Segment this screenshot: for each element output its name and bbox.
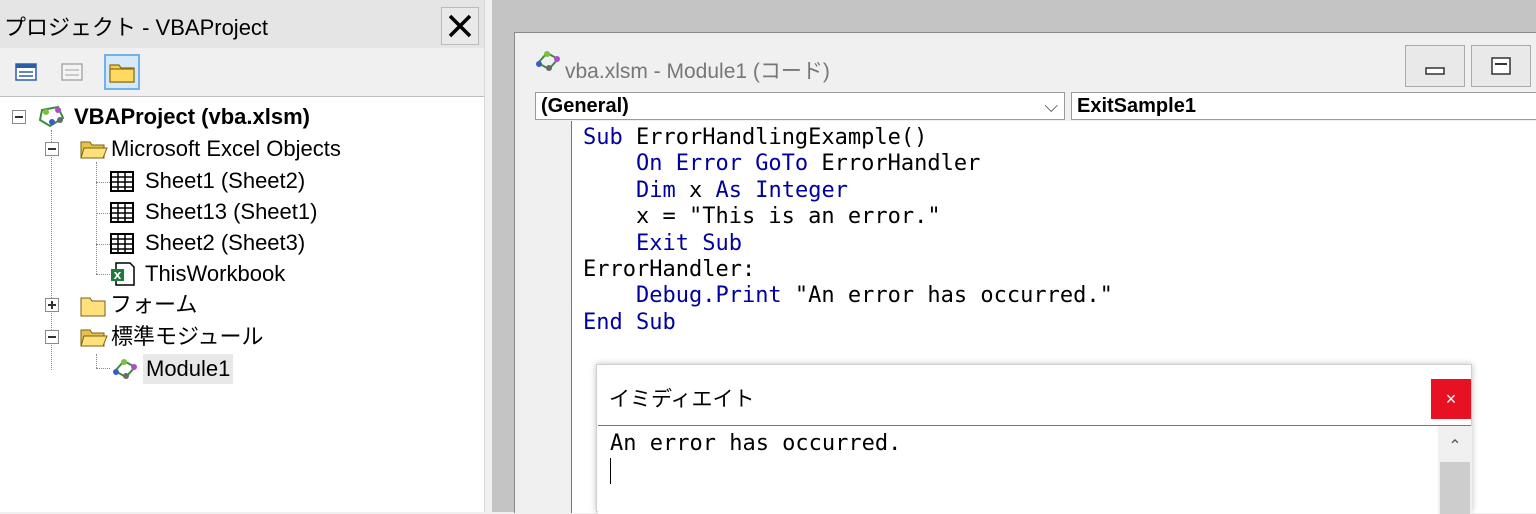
tree-item-sheet13[interactable]: Sheet13 (Sheet1) xyxy=(0,197,480,227)
view-code-button[interactable] xyxy=(8,54,44,90)
expand-toggle[interactable] xyxy=(45,298,59,312)
chevron-down-icon[interactable]: ⌵ xyxy=(1044,93,1058,119)
worksheet-icon xyxy=(110,171,134,192)
tree-item-label: VBAProject (vba.xlsm) xyxy=(74,104,310,129)
immediate-window-title: イミディエイト xyxy=(609,388,755,411)
view-object-button[interactable] xyxy=(54,54,90,90)
collapse-toggle[interactable] xyxy=(45,330,59,344)
code-token: ErrorHandlingExample() xyxy=(622,125,928,150)
vbaproject-icon xyxy=(38,105,65,128)
procedure-combobox[interactable]: ExitSample1 xyxy=(1071,92,1536,120)
code-line[interactable]: On Error GoTo ErrorHandler xyxy=(583,151,1113,177)
code-line[interactable]: Sub ErrorHandlingExample() xyxy=(583,125,1113,151)
scroll-up-icon[interactable]: ⌃ xyxy=(1438,434,1472,460)
code-keyword: As Integer xyxy=(715,177,848,203)
code-keyword: On Error GoTo xyxy=(635,151,809,177)
project-explorer-toolbar xyxy=(0,48,484,142)
worksheet-icon xyxy=(110,233,134,254)
project-explorer: プロジェクト - VBAProject VBAProject (vba.xlsm… xyxy=(0,0,484,512)
tree-item-forms[interactable]: フォーム xyxy=(0,290,480,320)
code-window-titlebar: vba.xlsm - Module1 (コード) xyxy=(515,33,1536,91)
object-combobox[interactable]: (General) ⌵ xyxy=(535,92,1065,120)
tree-item-module1[interactable]: Module1 xyxy=(0,354,480,384)
tree-item-thisworkbook[interactable]: X ThisWorkbook xyxy=(0,259,480,289)
code-line[interactable]: Debug.Print "An error has occurred." xyxy=(583,283,1113,309)
restore-icon xyxy=(1491,57,1511,75)
immediate-close-button[interactable]: × xyxy=(1431,379,1471,419)
toggle-folders-button[interactable] xyxy=(104,54,140,90)
tree-item-sheet1[interactable]: Sheet1 (Sheet2) xyxy=(0,166,480,196)
view-code-icon xyxy=(15,63,37,81)
tree-item-vbaproject[interactable]: VBAProject (vba.xlsm) xyxy=(0,102,480,132)
code-line[interactable]: End Sub xyxy=(583,310,1113,336)
code-token: "An error has occurred." xyxy=(781,283,1113,309)
code-keyword: Exit Sub xyxy=(635,230,742,256)
tree-item-sheet2[interactable]: Sheet2 (Sheet3) xyxy=(0,228,480,258)
project-tree: VBAProject (vba.xlsm) Microsoft Excel Ob… xyxy=(0,98,480,512)
immediate-output-area[interactable]: An error has occurred. ⌃ xyxy=(598,425,1472,514)
vertical-scrollbar[interactable]: ⌃ xyxy=(1438,426,1472,514)
open-folder-icon xyxy=(80,329,108,347)
tree-item-label: 標準モジュール xyxy=(111,324,264,349)
code-line[interactable]: x = "This is an error." xyxy=(583,204,1113,230)
code-keyword: Dim xyxy=(635,177,676,203)
close-icon xyxy=(448,14,472,38)
tree-item-label: フォーム xyxy=(110,292,198,317)
minimize-button[interactable] xyxy=(1405,45,1465,87)
project-explorer-close-button[interactable] xyxy=(441,7,479,45)
tree-item-label: Microsoft Excel Objects xyxy=(111,136,341,161)
restore-button[interactable] xyxy=(1471,45,1531,87)
svg-text:X: X xyxy=(114,271,122,282)
code-keyword: Debug.Print xyxy=(635,283,782,309)
code-keyword: End Sub xyxy=(583,309,676,335)
code-window-title: vba.xlsm - Module1 (コード) xyxy=(565,60,830,83)
tree-item-label: Sheet2 (Sheet3) xyxy=(145,230,306,255)
tree-item-label: ThisWorkbook xyxy=(145,261,286,286)
scrollbar-thumb[interactable] xyxy=(1440,462,1470,514)
view-object-icon xyxy=(61,63,83,81)
minimize-icon xyxy=(1425,67,1445,75)
close-icon: × xyxy=(1445,389,1457,409)
immediate-window: イミディエイト × An error has occurred. ⌃ xyxy=(596,364,1472,514)
code-line[interactable]: Dim x As Integer xyxy=(583,178,1113,204)
code-combo-row: (General) ⌵ ExitSample1 xyxy=(515,91,1536,121)
module-icon xyxy=(536,51,560,71)
object-combobox-value: (General) xyxy=(541,95,629,117)
code-line[interactable]: Exit Sub xyxy=(583,231,1113,257)
code-token: ErrorHandler: xyxy=(583,257,756,283)
code-keyword: Sub xyxy=(583,125,623,150)
code-token: x = "This is an error." xyxy=(583,204,941,230)
module-icon xyxy=(113,359,137,379)
procedure-combobox-value: ExitSample1 xyxy=(1077,95,1196,117)
folder-icon xyxy=(80,297,106,317)
code-line[interactable]: ErrorHandler: xyxy=(583,257,1113,283)
code-token: ErrorHandler xyxy=(808,151,981,177)
excel-workbook-icon: X xyxy=(111,262,135,286)
project-explorer-title: プロジェクト - VBAProject xyxy=(4,15,269,40)
tree-item-label: Sheet13 (Sheet1) xyxy=(145,199,318,224)
tree-item-excel-objects[interactable]: Microsoft Excel Objects xyxy=(0,134,480,164)
folder-icon xyxy=(109,64,135,83)
collapse-toggle[interactable] xyxy=(45,142,59,156)
collapse-toggle[interactable] xyxy=(12,110,26,124)
worksheet-icon xyxy=(110,202,134,223)
open-folder-icon xyxy=(80,141,108,159)
project-explorer-titlebar: プロジェクト - VBAProject xyxy=(0,0,484,49)
code-text[interactable]: Sub ErrorHandlingExample() On Error GoTo… xyxy=(583,125,1113,336)
text-caret xyxy=(610,458,611,484)
tree-item-standard-modules[interactable]: 標準モジュール xyxy=(0,322,480,352)
immediate-output-text: An error has occurred. xyxy=(610,431,902,456)
tree-item-label: Module1 xyxy=(143,354,234,384)
tree-item-label: Sheet1 (Sheet2) xyxy=(145,168,306,193)
code-token: x xyxy=(675,177,716,203)
margin-indicator-bar[interactable] xyxy=(535,121,572,513)
